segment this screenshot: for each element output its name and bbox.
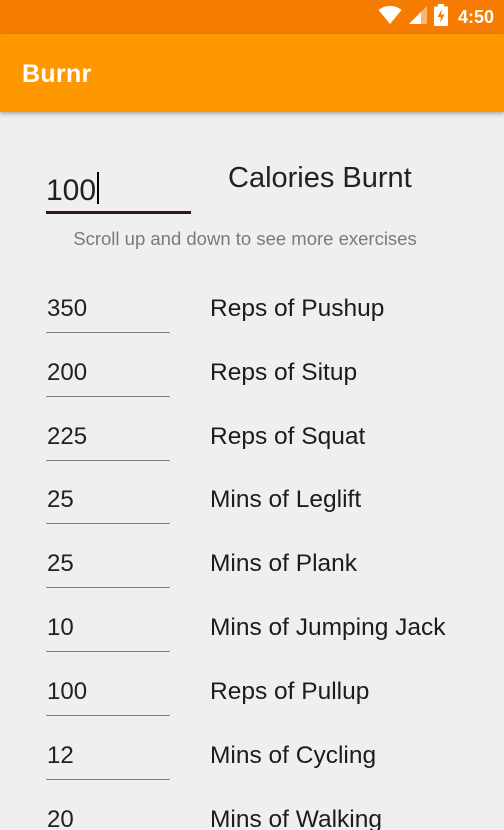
- exercise-amount-input[interactable]: 100: [46, 670, 170, 716]
- exercise-row: 225 Reps of Squat: [0, 415, 504, 479]
- exercise-label: Mins of Walking: [210, 806, 383, 830]
- exercise-row: 25 Mins of Plank: [0, 542, 504, 606]
- exercise-amount-input[interactable]: 25: [46, 478, 170, 524]
- exercise-amount-input[interactable]: 200: [46, 351, 170, 397]
- exercise-label: Mins of Leglift: [210, 486, 362, 513]
- exercise-row: 10 Mins of Jumping Jack: [0, 606, 504, 670]
- exercise-row: 350 Reps of Pushup: [0, 287, 504, 351]
- status-time: 4:50: [457, 6, 494, 27]
- battery-charging-icon: [433, 3, 448, 31]
- calories-label: Calories Burnt: [228, 162, 412, 194]
- exercise-label: Reps of Pullup: [210, 678, 370, 705]
- exercise-label: Mins of Cycling: [210, 742, 377, 769]
- exercise-amount-input[interactable]: 10: [46, 606, 170, 652]
- exercise-amount-input[interactable]: 225: [46, 415, 170, 461]
- main-content[interactable]: 100 Calories Burnt Scroll up and down to…: [0, 112, 504, 830]
- signal-icon: [408, 5, 428, 30]
- calories-input[interactable]: 100: [46, 170, 191, 214]
- exercise-label: Reps of Situp: [210, 359, 358, 386]
- exercise-row: 20 Mins of Walking: [0, 798, 504, 830]
- exercise-row: 200 Reps of Situp: [0, 351, 504, 415]
- app-title: Burnr: [22, 60, 92, 88]
- exercise-amount-input[interactable]: 12: [46, 734, 170, 780]
- exercise-label: Reps of Squat: [210, 423, 366, 450]
- exercise-label: Reps of Pushup: [210, 295, 385, 322]
- exercise-row: 25 Mins of Leglift: [0, 478, 504, 542]
- exercise-amount-input[interactable]: 350: [46, 287, 170, 333]
- exercise-row: 12 Mins of Cycling: [0, 734, 504, 798]
- exercise-label: Mins of Plank: [210, 550, 358, 577]
- status-icons: 4:50: [378, 0, 494, 34]
- exercise-label: Mins of Jumping Jack: [210, 614, 446, 641]
- scroll-hint: Scroll up and down to see more exercises: [73, 228, 417, 249]
- exercise-row: 100 Reps of Pullup: [0, 670, 504, 734]
- exercise-amount-input[interactable]: 20: [46, 798, 170, 830]
- exercise-amount-input[interactable]: 25: [46, 542, 170, 588]
- status-bar: 4:50: [0, 0, 504, 34]
- app-bar: Burnr: [0, 34, 504, 112]
- wifi-icon: [378, 5, 402, 30]
- text-cursor: [97, 172, 100, 204]
- calories-value: 100: [46, 174, 97, 207]
